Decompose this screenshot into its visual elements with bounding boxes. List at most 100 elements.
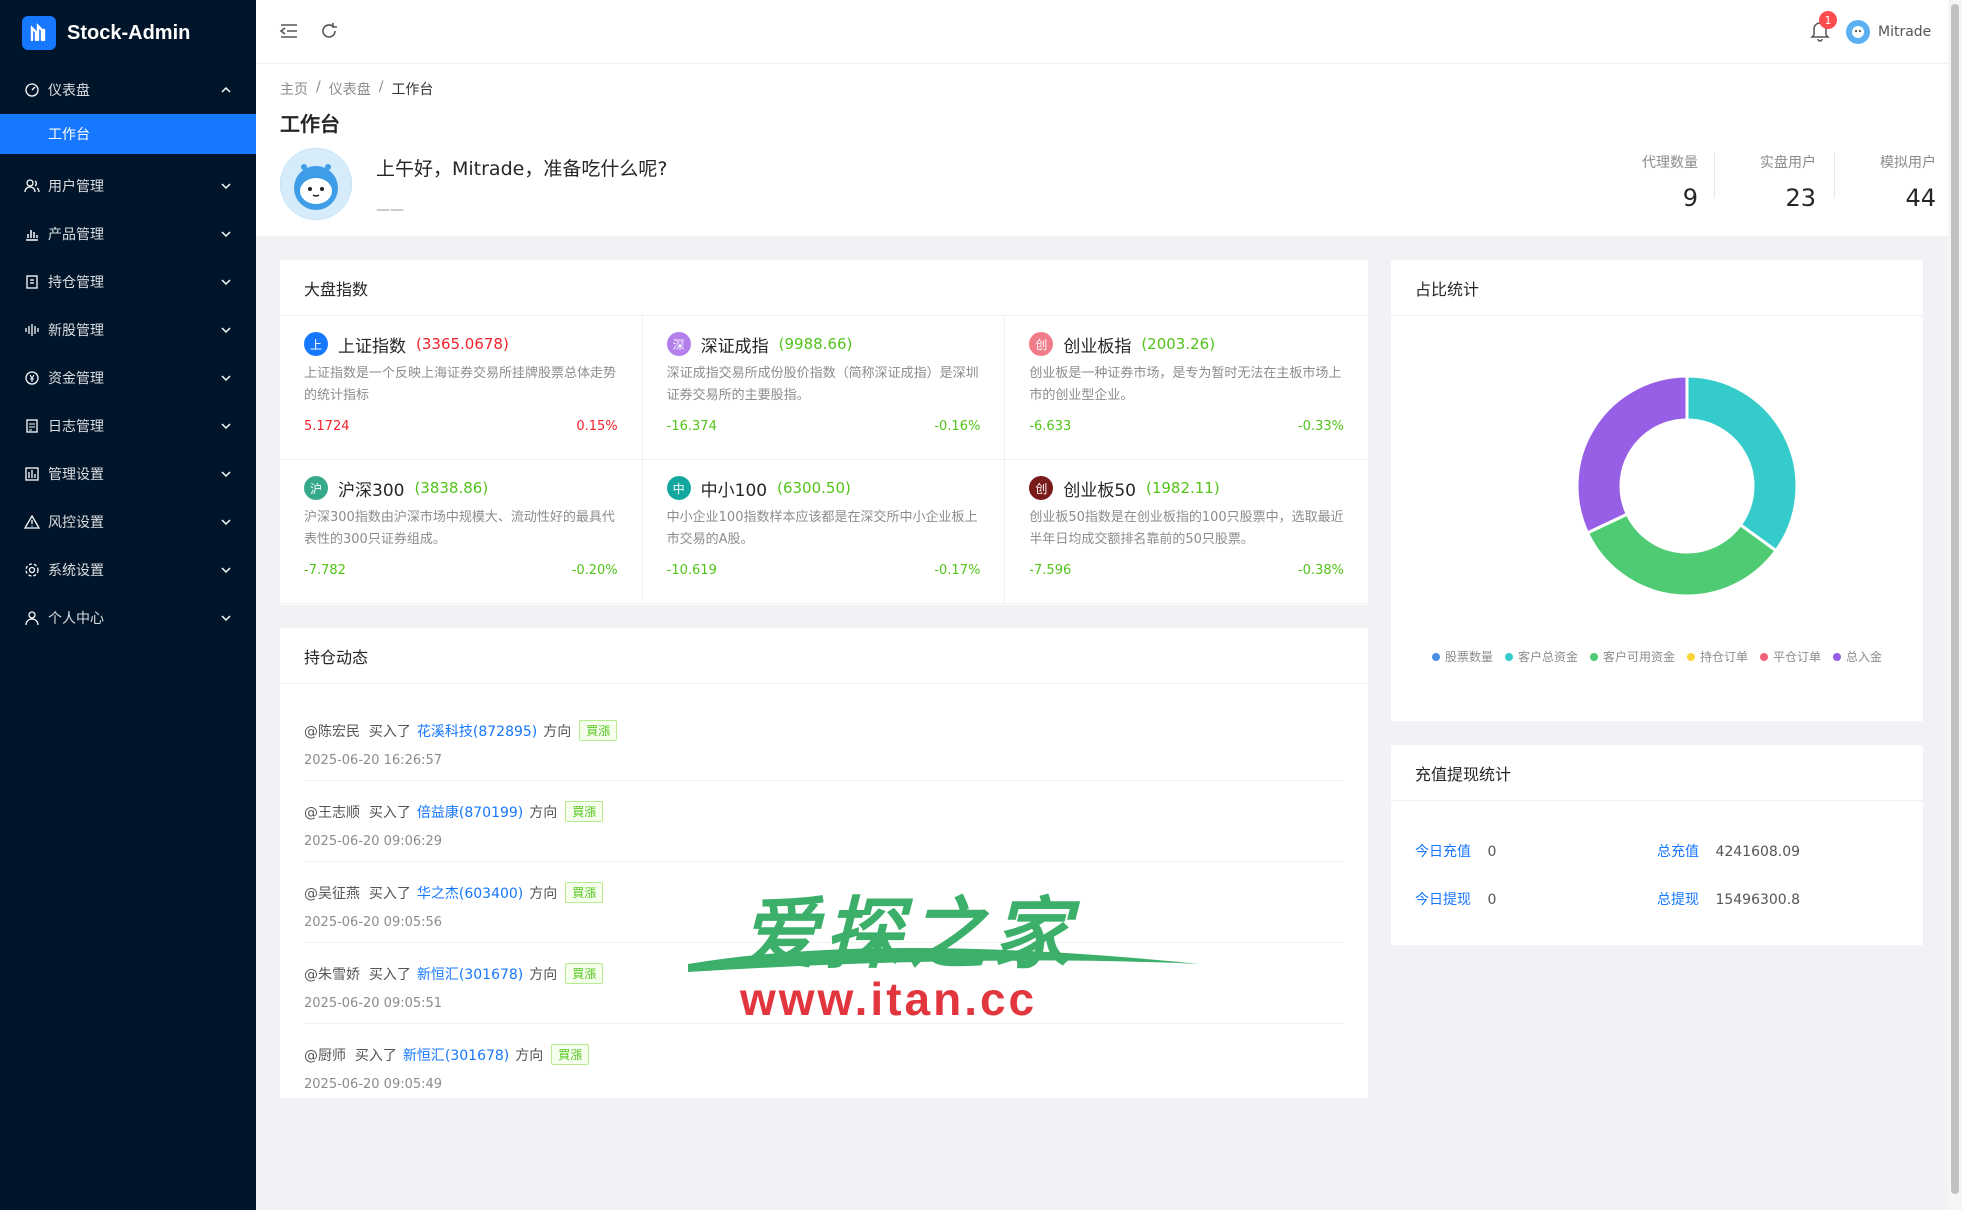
- breadcrumb-sep: /: [378, 79, 384, 95]
- sidebar-item[interactable]: 仪表盘: [0, 66, 256, 114]
- sidebar-item[interactable]: 新股管理: [0, 306, 256, 354]
- audio-icon: [24, 322, 40, 338]
- legend-dot: [1833, 652, 1842, 661]
- today-recharge-label[interactable]: 今日充值: [1415, 844, 1471, 860]
- index-badge: 上: [304, 332, 328, 356]
- positions-card: 持仓动态 @陈宏民 买入了 花溪科技(872895) 方向 買漲 2025-06-20 …: [280, 628, 1368, 1098]
- sidebar-item-label: 风控设置: [48, 515, 104, 531]
- index-badge: 创: [1029, 332, 1054, 356]
- chevron-down-icon: [220, 468, 232, 480]
- index-cell[interactable]: 上上证指数 (3365.0678) 上证指数是一个反映上海证券交易所挂牌股票总体走势…: [280, 316, 643, 460]
- index-cell[interactable]: 创创业板50 (1982.11) 创业板50指数是在创业板指的100只股票中，选取最…: [1005, 460, 1368, 604]
- logo-icon: [22, 16, 56, 50]
- feed-action: 买入了: [368, 804, 411, 821]
- feed-action: 买入了: [368, 966, 411, 983]
- today-withdraw-label[interactable]: 今日提现: [1415, 892, 1471, 908]
- legend-item[interactable]: 持仓订单: [1687, 648, 1748, 665]
- stat-value: 44: [1905, 184, 1936, 212]
- card-title: 充值提现统计: [1391, 745, 1923, 801]
- stat-demo-users: 模拟用户 44: [1846, 152, 1936, 212]
- index-cell[interactable]: 沪沪深300 (3838.86) 沪深300指数由沪深市场中规模大、流动性好的最具代…: [280, 460, 643, 604]
- index-pct: -0.33%: [1297, 419, 1344, 434]
- feed-user: @王志顺: [304, 804, 360, 821]
- donut-chart: [1575, 374, 1799, 598]
- today-withdraw-value: 0: [1487, 892, 1497, 908]
- feed-stock-link[interactable]: 倍益康(870199): [417, 802, 523, 822]
- index-cell[interactable]: 深深证成指 (9988.66) 深证成指交易所成份股价指数（简称深证成指）是深圳证券…: [642, 316, 1006, 460]
- sidebar-item[interactable]: 用户管理: [0, 162, 256, 210]
- avatar: [1846, 20, 1870, 44]
- scrollbar-thumb[interactable]: [1951, 4, 1959, 1194]
- sidebar-item[interactable]: 日志管理: [0, 402, 256, 450]
- index-change: 5.1724: [304, 419, 350, 434]
- sidebar-item-label: 日志管理: [48, 419, 104, 435]
- index-desc: 深证成指交易所成份股价指数（简称深证成指）是深圳证券交易所的主要股指。: [666, 366, 979, 403]
- legend-label: 平仓订单: [1773, 650, 1822, 664]
- index-badge: 深: [666, 332, 691, 356]
- sidebar-item[interactable]: 资金管理: [0, 354, 256, 402]
- scrollbar[interactable]: [1948, 0, 1962, 1210]
- sidebar-item[interactable]: 系统设置: [0, 546, 256, 594]
- stat-label: 实盘用户: [1760, 155, 1816, 171]
- index-desc: 中小企业100指数样本应该都是在深交所中小企业板上市交易的A股。: [666, 510, 978, 547]
- feed-stock-link[interactable]: 花溪科技(872895): [417, 721, 537, 741]
- sidebar-item[interactable]: 个人中心: [0, 594, 256, 642]
- sidebar-item-label: 资金管理: [48, 371, 104, 387]
- index-grid: 上上证指数 (3365.0678) 上证指数是一个反映上海证券交易所挂牌股票总体走势…: [280, 316, 1368, 604]
- list-item: @吴征燕 买入了 华之杰(603400) 方向 買漲 2025-06-20 09:05:…: [304, 862, 1344, 943]
- user-menu[interactable]: Mitrade: [1846, 20, 1931, 44]
- users-icon: [24, 178, 40, 194]
- total-recharge-label[interactable]: 总充值: [1657, 844, 1699, 860]
- index-change: -16.374: [666, 419, 717, 434]
- feed-stock-link[interactable]: 新恒汇(301678): [417, 964, 523, 984]
- refresh-icon[interactable]: [318, 20, 340, 42]
- feed-stock-link[interactable]: 新恒汇(301678): [403, 1045, 509, 1065]
- feed-time: 2025-06-20 09:05:56: [304, 915, 443, 930]
- feed-stock-link[interactable]: 华之杰(603400): [417, 883, 523, 903]
- index-cell[interactable]: 创创业板指 (2003.26) 创业板是一种证券市场，是专为暂时无法在主板市场上市的…: [1005, 316, 1368, 460]
- today-recharge: 今日充值 0: [1415, 841, 1496, 861]
- legend-item[interactable]: 总入金: [1833, 648, 1882, 665]
- feed-time: 2025-06-20 09:05:49: [304, 1077, 443, 1092]
- sidebar-item-label: 新股管理: [48, 323, 104, 339]
- sidebar-item[interactable]: 产品管理: [0, 210, 256, 258]
- feed-time: 2025-06-20 09:05:51: [304, 996, 443, 1011]
- sidebar-item[interactable]: 持仓管理: [0, 258, 256, 306]
- sidebar-item-label: 管理设置: [48, 467, 104, 483]
- legend-item[interactable]: 客户可用资金: [1589, 648, 1675, 665]
- total-withdraw: 总提现 15496300.8: [1657, 889, 1800, 909]
- legend-item[interactable]: 股票数量: [1431, 648, 1493, 665]
- feed-direction-label: 方向: [515, 1047, 544, 1064]
- legend-item[interactable]: 客户总资金: [1504, 648, 1578, 665]
- index-badge: 中: [666, 476, 691, 500]
- index-change: -7.596: [1029, 563, 1072, 578]
- sidebar-menu: 仪表盘 工作台用户管理 产品管理 持仓管理新股管理资金管理日志管理管理设置风控设置系统…: [0, 66, 256, 642]
- greeting-subtext: ——: [376, 202, 404, 218]
- ratio-chart-card: 占比统计 股票数量 客户总资金 客户可用资金 持仓订单 平仓订单 总入金: [1391, 260, 1923, 721]
- app-logo[interactable]: Stock-Admin: [0, 0, 256, 66]
- notification-badge: 1: [1819, 11, 1837, 29]
- index-value: (2003.26): [1141, 335, 1216, 353]
- index-name: 上证指数: [338, 336, 406, 357]
- breadcrumb-parent[interactable]: 仪表盘: [329, 79, 371, 99]
- chevron-down-icon: [220, 180, 232, 192]
- sidebar-item[interactable]: 风控设置: [0, 498, 256, 546]
- stat-label: 代理数量: [1642, 155, 1698, 171]
- index-name: 创业板50: [1063, 480, 1136, 501]
- chevron-down-icon: [220, 324, 232, 336]
- index-value: (3365.0678): [416, 335, 509, 353]
- total-recharge: 总充值 4241608.09: [1657, 841, 1800, 861]
- greeting-text: 上午好，Mitrade，准备吃什么呢?: [376, 158, 668, 180]
- sidebar-subitem-workbench[interactable]: 工作台: [0, 114, 256, 154]
- index-desc: 沪深300指数由沪深市场中规模大、流动性好的最具代表性的300只证券组成。: [304, 510, 615, 547]
- breadcrumb-home[interactable]: 主页: [280, 79, 308, 99]
- feed-user: @陈宏民: [304, 723, 360, 740]
- sidebar-item[interactable]: 管理设置: [0, 450, 256, 498]
- list-item: @王志顺 买入了 倍益康(870199) 方向 買漲 2025-06-20 09:06:…: [304, 781, 1344, 862]
- total-withdraw-label[interactable]: 总提现: [1657, 892, 1699, 908]
- index-cell[interactable]: 中中小100 (6300.50) 中小企业100指数样本应该都是在深交所中小企业板上…: [642, 460, 1006, 604]
- stat-agents: 代理数量 9: [1626, 152, 1698, 212]
- pie-slice[interactable]: [1575, 374, 1689, 535]
- menu-fold-icon[interactable]: [278, 20, 300, 42]
- legend-item[interactable]: 平仓订单: [1760, 648, 1821, 665]
